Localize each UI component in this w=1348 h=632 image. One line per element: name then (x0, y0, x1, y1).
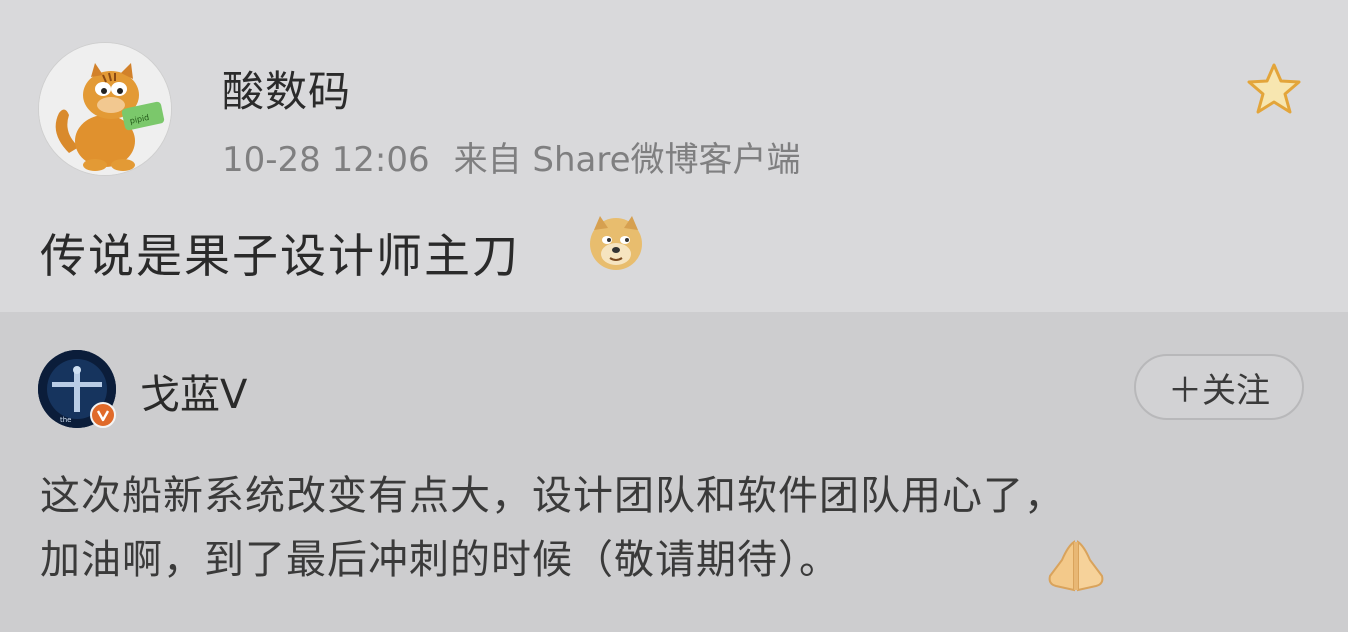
svg-text:the: the (60, 416, 72, 424)
garfield-avatar-image: pipid (39, 43, 171, 175)
repost-text: 这次船新系统改变有点大，设计团队和软件团队用心了， 加油啊，到了最后冲刺的时候（… (40, 464, 1320, 592)
user-avatar[interactable]: pipid (38, 42, 172, 176)
post-timestamp: 10-28 12:06 (222, 140, 430, 180)
original-post: pipid 酸数码 10-28 12:06 来自 Share微博客户端 传说是果子… (0, 0, 1348, 312)
post-source: 来自 Share微博客户端 (453, 140, 801, 180)
repost-username[interactable]: 戈蓝V (140, 362, 247, 420)
repost-text-line-1: 这次船新系统改变有点大，设计团队和软件团队用心了， (40, 473, 1065, 519)
praying-hands-emoji (1048, 540, 1104, 592)
star-icon[interactable] (1246, 62, 1302, 116)
verified-badge-icon (90, 402, 116, 428)
post-text: 传说是果子设计师主刀 (40, 229, 520, 283)
repost-text-line-2: 加油啊，到了最后冲刺的时候（敬请期待）。 (40, 537, 840, 583)
post-username[interactable]: 酸数码 (222, 58, 351, 119)
follow-button[interactable]: ＋关注 (1134, 354, 1304, 420)
doge-emoji (590, 216, 642, 270)
repost-card[interactable]: the 戈蓝V ＋关注 这次船新系统改变有点大，设计团队和软件团队用心了， 加油… (0, 312, 1348, 632)
post-meta: 10-28 12:06 来自 Share微博客户端 (222, 132, 825, 181)
